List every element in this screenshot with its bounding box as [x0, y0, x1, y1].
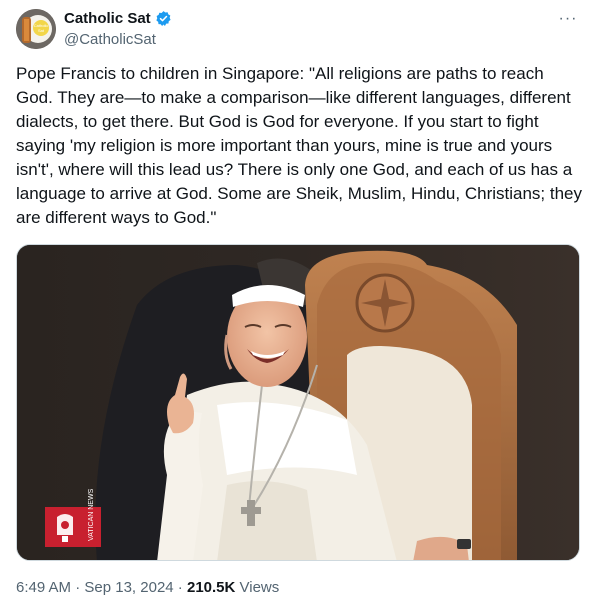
views-count[interactable]: 210.5K [187, 579, 235, 596]
display-name[interactable]: Catholic Sat [64, 10, 151, 27]
media-image: VATICAN NEWS [17, 245, 579, 560]
handle[interactable]: @CatholicSat [64, 31, 156, 48]
views-label: Views [235, 579, 280, 596]
meta-separator: · [173, 579, 187, 596]
tweet-meta: 6:49 AM · Sep 13, 2024 · 210.5K Views [16, 579, 279, 596]
tweet: Catholic Sat Catholic Sat @CatholicSat ·… [0, 0, 597, 613]
more-options-icon[interactable]: ··· [557, 8, 579, 30]
tweet-text: Pope Francis to children in Singapore: "… [16, 64, 587, 227]
svg-text:Sat: Sat [38, 28, 45, 33]
avatar-image: Catholic Sat [16, 9, 56, 49]
avatar[interactable]: Catholic Sat [16, 9, 56, 49]
tweet-media[interactable]: VATICAN NEWS [16, 244, 580, 561]
tweet-date[interactable]: Sep 13, 2024 [84, 579, 173, 596]
meta-separator: · [71, 579, 85, 596]
name-row: Catholic Sat [64, 10, 172, 27]
tweet-time[interactable]: 6:49 AM [16, 579, 71, 596]
verified-badge-icon [155, 10, 172, 27]
media-watermark: VATICAN NEWS [88, 488, 95, 541]
